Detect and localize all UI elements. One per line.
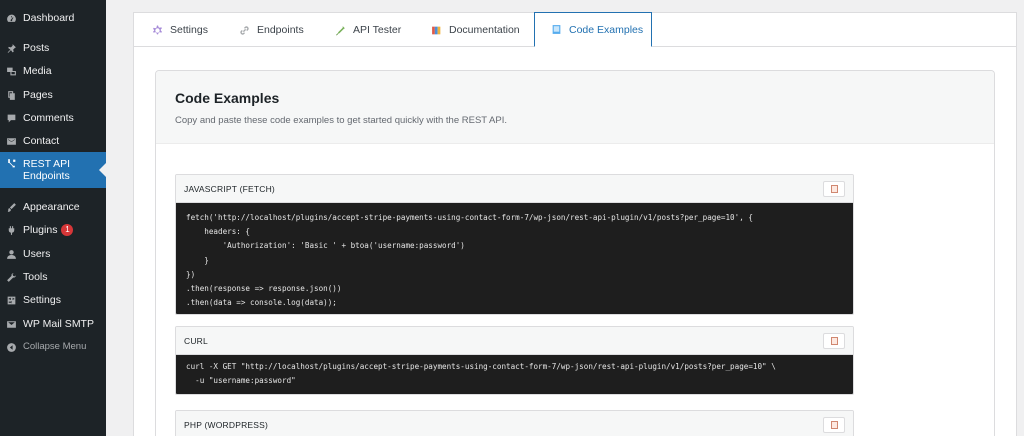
code-examples-panel: Code Examples Copy and paste these code … [155, 70, 995, 436]
menu-item-label: Media [23, 65, 52, 77]
menu-item-wp-mail-smtp[interactable]: WP Mail SMTP [0, 317, 106, 331]
pin-icon [6, 43, 17, 54]
media-icon [6, 66, 17, 77]
code-content: curl -X GET "http://localhost/plugins/ac… [176, 355, 853, 394]
book-icon [551, 24, 562, 35]
admin-sidebar: Dashboard Posts Media Pages Comments Con… [0, 0, 106, 436]
mail-icon [6, 136, 17, 147]
tab-endpoints[interactable]: Endpoints [239, 13, 304, 47]
code-block-header: JAVASCRIPT (FETCH) [176, 175, 853, 203]
tab-label: Documentation [449, 24, 520, 36]
tab-api-tester[interactable]: API Tester [335, 13, 401, 47]
menu-item-settings[interactable]: Settings [0, 293, 106, 307]
menu-item-label: Collapse Menu [23, 341, 87, 352]
menu-item-dashboard[interactable]: Dashboard [0, 11, 106, 25]
smtp-icon [6, 319, 17, 330]
code-block-label: PHP (WORDPRESS) [184, 420, 269, 430]
menu-item-label: Plugins [23, 224, 58, 236]
menu-item-plugins[interactable]: Plugins 1 [0, 223, 106, 237]
gear-icon [152, 25, 163, 36]
menu-item-label: REST API Endpoints [23, 158, 71, 182]
menu-item-label: Pages [23, 89, 53, 101]
menu-item-label: Appearance [23, 201, 80, 213]
copy-button[interactable] [823, 181, 845, 197]
code-block-label: JAVASCRIPT (FETCH) [184, 184, 275, 194]
menu-item-label: Posts [23, 42, 50, 54]
code-block-curl: CURL curl -X GET "http://localhost/plugi… [175, 326, 854, 395]
appearance-icon [6, 202, 17, 213]
code-block-label: CURL [184, 336, 208, 346]
tab-label: Endpoints [257, 24, 304, 36]
menu-item-rest-api-endpoints[interactable]: REST API Endpoints [0, 152, 106, 188]
menu-item-posts[interactable]: Posts [0, 41, 106, 55]
code-block-header: PHP (WORDPRESS) [176, 411, 853, 436]
plugins-update-badge: 1 [61, 224, 74, 236]
panel-description: Copy and paste these code examples to ge… [175, 115, 507, 126]
plugin-page: Settings Endpoints API Tester Documentat… [133, 12, 1017, 436]
menu-item-tools[interactable]: Tools [0, 270, 106, 284]
menu-item-label: Settings [23, 294, 61, 306]
link-icon [239, 25, 250, 36]
tab-settings[interactable]: Settings [152, 13, 208, 47]
clipboard-icon [830, 337, 838, 345]
rest-api-icon [6, 158, 17, 169]
tools-icon [6, 272, 17, 283]
users-icon [6, 249, 17, 260]
menu-item-label: Contact [23, 135, 60, 147]
dashboard-icon [6, 13, 17, 24]
panel-header: Code Examples Copy and paste these code … [156, 71, 994, 144]
settings-icon [6, 295, 17, 306]
active-indicator [99, 163, 106, 177]
syringe-icon [335, 25, 346, 36]
menu-item-contact[interactable]: Contact [0, 134, 106, 148]
tab-code-examples[interactable]: Code Examples [534, 12, 652, 47]
code-block-javascript: JAVASCRIPT (FETCH) fetch('http://localho… [175, 174, 854, 315]
menu-item-label: Tools [23, 271, 48, 283]
collapse-icon [6, 342, 17, 353]
menu-item-label: Dashboard [23, 12, 75, 24]
tab-label: Code Examples [569, 23, 644, 36]
comments-icon [6, 113, 17, 124]
pages-icon [6, 90, 17, 101]
menu-item-label: Users [23, 248, 51, 260]
menu-item-label: Comments [23, 112, 74, 124]
clipboard-icon [830, 421, 838, 429]
copy-button[interactable] [823, 333, 845, 349]
code-block-php: PHP (WORDPRESS) [175, 410, 854, 436]
books-icon [431, 25, 442, 36]
code-block-header: CURL [176, 327, 853, 355]
menu-item-media[interactable]: Media [0, 64, 106, 78]
menu-item-appearance[interactable]: Appearance [0, 200, 106, 214]
copy-button[interactable] [823, 417, 845, 433]
tab-documentation[interactable]: Documentation [431, 13, 520, 47]
menu-item-pages[interactable]: Pages [0, 88, 106, 102]
menu-item-comments[interactable]: Comments [0, 111, 106, 125]
clipboard-icon [830, 185, 838, 193]
tab-bar: Settings Endpoints API Tester Documentat… [134, 12, 1016, 47]
menu-item-label: WP Mail SMTP [23, 318, 94, 330]
tab-label: Settings [170, 24, 208, 36]
panel-title: Code Examples [175, 90, 280, 106]
code-content: fetch('http://localhost/plugins/accept-s… [176, 203, 853, 314]
tab-label: API Tester [353, 24, 402, 36]
collapse-menu-button[interactable]: Collapse Menu [0, 340, 106, 354]
menu-item-users[interactable]: Users [0, 247, 106, 261]
plugins-icon [6, 225, 17, 236]
